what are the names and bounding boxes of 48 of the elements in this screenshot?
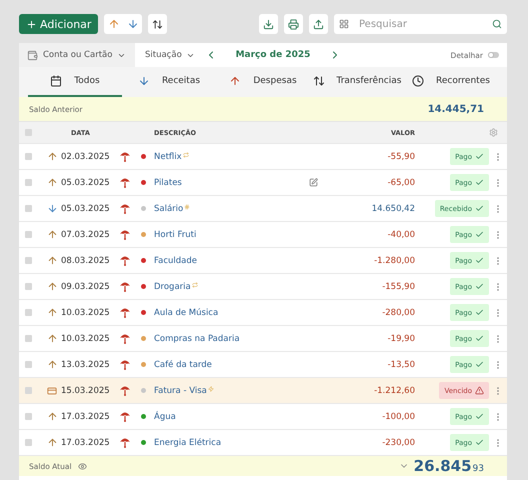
balance-value: 14.445,71 [428,104,484,114]
account-select[interactable]: Conta ou Cartão [19,43,135,67]
amount-text: -40,00 [388,230,415,240]
add-button[interactable]: Adicionar [19,14,98,34]
amount-text: -19,90 [388,334,415,344]
date-text: 05.03.2025 [61,204,111,214]
description-link[interactable]: Energia Elétrica [154,438,222,448]
description-link[interactable]: Fatura - Visa [154,386,207,396]
amount-text: -280,00 [382,308,415,318]
date-text: 02.03.2025 [61,152,111,162]
amount-text: -1.212,60 [374,386,415,396]
date-text: 10.03.2025 [61,334,111,344]
date-text: 10.03.2025 [61,308,111,318]
amount-text: -1.280,00 [374,256,415,266]
balance-value: 26.845 [414,457,472,475]
filter-tab[interactable]: Receitas [122,67,216,97]
amount-text: -65,00 [388,178,415,188]
search-field[interactable]: Pesquisar [334,14,507,34]
date-text: 17.03.2025 [61,412,111,422]
description-link[interactable]: Café da tarde [154,360,212,370]
date-text: 07.03.2025 [61,230,111,240]
amount-text: 14.650,42 [372,204,415,214]
description-link[interactable]: Aula de Música [154,308,218,318]
month-label: Março de 2025 [236,50,310,60]
amount-text: -230,00 [382,438,415,448]
description-link[interactable]: Netflix [154,152,182,162]
amount-text: -13,50 [388,360,415,370]
description-link[interactable]: Horti Fruti [154,230,196,240]
description-link[interactable]: Água [154,412,176,422]
balance-cents: 93 [472,464,484,474]
description-link[interactable]: Pilates [154,178,182,188]
filter-tab[interactable]: Transferências [310,67,404,97]
date-text: 08.03.2025 [61,256,111,266]
date-text: 09.03.2025 [61,282,111,292]
description-link[interactable]: Drogaria [154,282,191,292]
filter-tab[interactable]: Recorrentes [404,67,498,97]
date-text: 17.03.2025 [61,438,111,448]
amount-text: -155,90 [382,282,415,292]
date-text: 13.03.2025 [61,360,111,370]
status-select[interactable]: Situação [135,50,205,60]
amount-text: -100,00 [382,412,415,422]
amount-text: -55,90 [388,152,415,162]
description-link[interactable]: Salário [154,204,184,214]
date-text: 05.03.2025 [61,178,111,188]
description-link[interactable]: Faculdade [154,256,197,266]
description-link[interactable]: Compras na Padaria [154,334,240,344]
date-text: 15.03.2025 [61,386,111,396]
filter-tab[interactable]: Despesas [216,67,310,97]
